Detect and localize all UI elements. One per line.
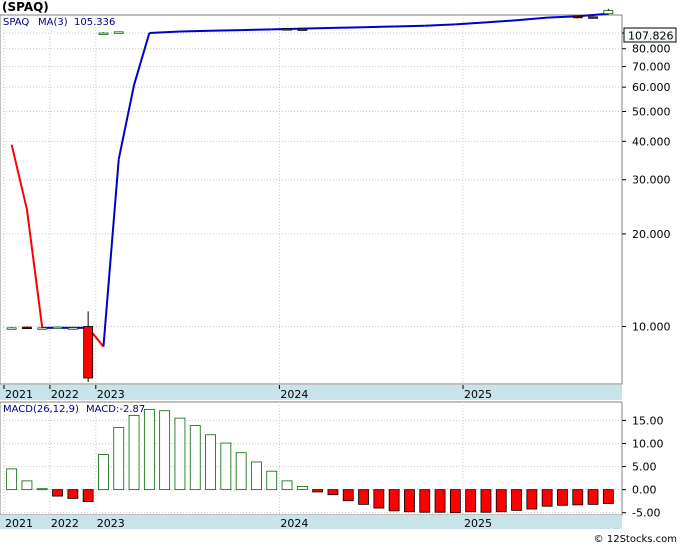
macd-x-label: 2021 [5, 517, 33, 530]
candle-body [22, 326, 32, 330]
macd-x-label: 2023 [97, 517, 125, 530]
macd-bar [602, 489, 614, 504]
candle-body [588, 16, 598, 19]
candle-body [297, 28, 308, 31]
candle-body [67, 327, 78, 330]
legend-ticker: SPAQ [3, 17, 29, 28]
legend-ma-label: MA(3) [38, 17, 68, 28]
macd-tick-label: 5.00 [632, 461, 657, 474]
macd-bar [388, 489, 400, 512]
ma-segment [179, 29, 211, 33]
macd-bar [220, 442, 232, 491]
candle-body [52, 326, 63, 330]
stock-chart: 10.000 20.000 30.000 40.000 50.000 60.000 70.0… [0, 8, 677, 530]
macd-x-axis-band [0, 515, 622, 529]
macd-bar [296, 486, 308, 491]
price-x-label: 2021 [5, 388, 33, 401]
macd-bar [251, 461, 262, 491]
macd-legend-label: MACD(26,12,9) [3, 404, 79, 415]
macd-bar [342, 489, 354, 502]
legend-ma-value: 105.336 [74, 17, 115, 28]
price-tick-label: 80.000 [632, 43, 671, 56]
price-tick-label: 40.000 [632, 135, 671, 148]
price-x-label: 2025 [464, 388, 492, 401]
macd-bar [266, 470, 278, 491]
ma-segment [332, 26, 364, 29]
macd-bar [113, 426, 125, 491]
macd-bar [281, 480, 293, 491]
macd-bar [358, 489, 369, 505]
price-x-axis-band [0, 385, 622, 400]
candle-body [98, 32, 109, 35]
macd-bar [6, 468, 18, 491]
candle-body [603, 10, 614, 15]
macd-bar [526, 489, 538, 510]
last-price-label: 107.826 [628, 30, 674, 43]
macd-bar [312, 489, 324, 493]
candle-body [113, 31, 124, 34]
ma-segment [394, 24, 425, 28]
macd-bar [449, 489, 461, 514]
price-panel [0, 14, 623, 385]
macd-bar [159, 410, 171, 491]
macd-bar [98, 454, 109, 491]
macd-bar [205, 434, 216, 491]
macd-bar [587, 489, 599, 505]
candle-body [83, 326, 94, 379]
macd-bar [557, 489, 568, 506]
macd-bar [21, 480, 33, 491]
macd-bar [67, 489, 79, 499]
macd-bar [235, 452, 247, 491]
macd-bar [511, 489, 522, 511]
candle-body [37, 327, 48, 330]
macd-bar [327, 489, 339, 496]
macd-bar [373, 489, 385, 509]
candle-body [282, 28, 292, 31]
macd-bar [52, 489, 63, 497]
macd-bar [541, 489, 553, 507]
macd-bar [128, 414, 140, 491]
candle-body [572, 15, 583, 19]
price-y-axis: 10.000 20.000 30.000 40.000 50.000 60.000 70.0… [622, 27, 671, 333]
macd-tick-label: 15.00 [632, 414, 664, 427]
copyright-label: © 12Stocks.com [593, 534, 677, 545]
macd-tick-label: -5.00 [632, 507, 660, 520]
price-x-label: 2022 [51, 388, 79, 401]
macd-y-axis: 15.00 10.00 5.00 0.00 -5.00 [622, 414, 664, 520]
macd-bar [82, 489, 94, 503]
price-tick-label: 30.000 [632, 174, 671, 187]
macd-x-label: 2025 [464, 517, 492, 530]
price-x-label: 2023 [97, 388, 125, 401]
macd-bar [480, 489, 492, 513]
macd-bar [174, 417, 186, 491]
macd-bar [189, 425, 201, 491]
macd-x-label: 2022 [51, 517, 79, 530]
price-x-label: 2024 [280, 388, 308, 401]
price-tick-label: 60.000 [632, 81, 671, 94]
ma-segment [241, 28, 272, 32]
macd-tick-label: 0.00 [632, 484, 657, 497]
ma-segment [210, 29, 242, 32]
macd-tick-label: 10.00 [632, 438, 664, 451]
macd-x-label: 2024 [280, 517, 308, 530]
macd-bar [465, 489, 477, 513]
macd-bar [404, 489, 415, 513]
macd-legend-value: MACD:-2.87 [86, 404, 145, 415]
macd-bar [434, 489, 446, 513]
price-tick-label: 70.000 [632, 61, 671, 74]
macd-bar [572, 489, 584, 506]
ma-segment [363, 25, 395, 29]
candle-body [6, 327, 17, 330]
macd-bar [143, 408, 155, 491]
macd-bar [495, 489, 507, 513]
price-tick-label: 10.000 [632, 320, 671, 333]
macd-bar [36, 488, 48, 491]
ma-segment [424, 23, 456, 27]
price-tick-label: 50.000 [632, 106, 671, 119]
macd-bar [419, 489, 431, 513]
price-tick-label: 20.000 [632, 228, 671, 241]
